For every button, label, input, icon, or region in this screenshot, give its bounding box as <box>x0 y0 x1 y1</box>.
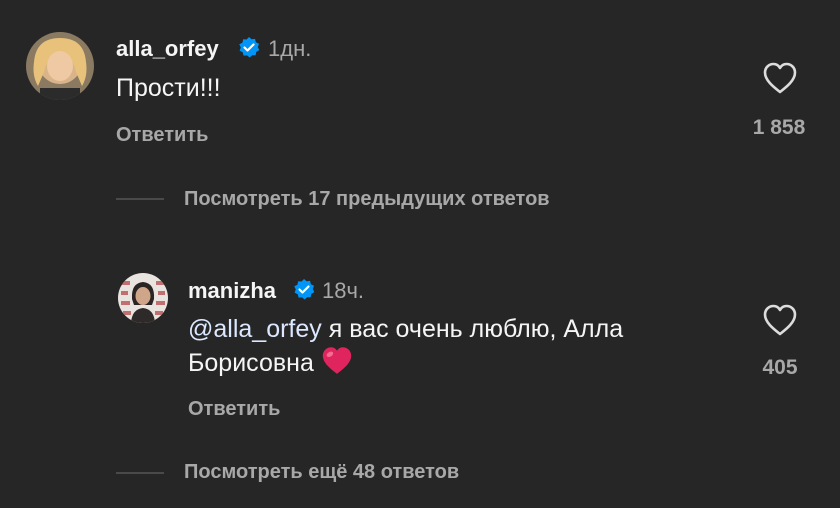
divider <box>116 198 164 200</box>
comment-reply-button[interactable]: Ответить <box>116 124 208 147</box>
divider <box>116 472 164 474</box>
reply-reply-button[interactable]: Ответить <box>188 398 280 421</box>
reply-time: 18ч. <box>322 278 365 303</box>
view-more-replies-button[interactable]: Посмотреть ещё 48 ответов <box>184 461 459 484</box>
reply-text-line2: Борисовна <box>188 349 321 377</box>
comment-like-count[interactable]: 1 858 <box>734 116 824 140</box>
verified-badge-icon <box>237 36 261 65</box>
comment-text: Прости!!! <box>116 74 221 102</box>
reply-like-count[interactable]: 405 <box>735 356 825 380</box>
reply-text: @alla_orfey я вас очень люблю, Алла Бори… <box>188 312 728 385</box>
comment-time: 1дн. <box>268 36 312 61</box>
comment-avatar[interactable] <box>26 32 94 100</box>
reply-like-heart-icon[interactable] <box>762 304 798 342</box>
mention-link[interactable]: @alla_orfey <box>188 315 322 343</box>
comment-username[interactable]: alla_orfey <box>116 36 219 62</box>
heart-emoji-icon <box>321 346 353 385</box>
view-previous-replies-button[interactable]: Посмотреть 17 предыдущих ответов <box>184 188 550 211</box>
verified-badge-icon <box>292 278 316 307</box>
reply-text-line1: я вас очень люблю, Алла <box>321 315 624 343</box>
user-avatar-photo-icon <box>118 273 168 323</box>
reply-avatar[interactable] <box>118 273 168 323</box>
user-avatar-photo-icon <box>26 32 94 100</box>
comment-like-heart-icon[interactable] <box>762 62 798 100</box>
reply-username[interactable]: manizha <box>188 278 276 304</box>
